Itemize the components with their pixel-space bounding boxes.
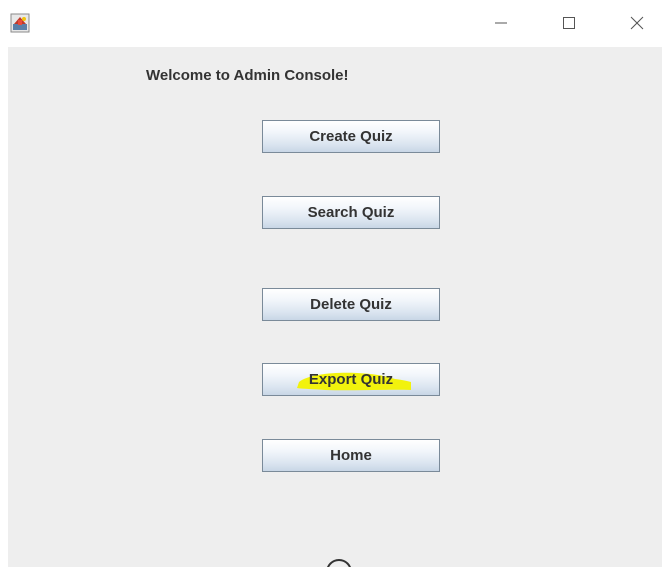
home-label: Home (330, 447, 372, 464)
title-bar (0, 0, 662, 46)
welcome-label: Welcome to Admin Console! (146, 67, 349, 84)
minimize-button[interactable] (478, 8, 524, 38)
search-quiz-button[interactable]: Search Quiz (262, 196, 440, 229)
maximize-icon (563, 17, 575, 29)
export-quiz-button[interactable]: Export Quiz (262, 363, 440, 396)
delete-quiz-label: Delete Quiz (310, 296, 392, 313)
content-panel: Welcome to Admin Console! Create Quiz Se… (8, 47, 662, 567)
home-button[interactable]: Home (262, 439, 440, 472)
maximize-button[interactable] (546, 8, 592, 38)
admin-console-window: Welcome to Admin Console! Create Quiz Se… (0, 0, 662, 567)
close-icon (630, 16, 644, 30)
minimize-icon (495, 22, 507, 24)
export-quiz-label: Export Quiz (308, 371, 394, 388)
search-quiz-label: Search Quiz (307, 204, 395, 221)
delete-quiz-button[interactable]: Delete Quiz (262, 288, 440, 321)
create-quiz-button[interactable]: Create Quiz (262, 120, 440, 153)
java-app-icon[interactable] (10, 13, 30, 33)
close-button[interactable] (614, 8, 660, 38)
partial-circle-element (326, 559, 352, 567)
create-quiz-label: Create Quiz (309, 128, 393, 145)
